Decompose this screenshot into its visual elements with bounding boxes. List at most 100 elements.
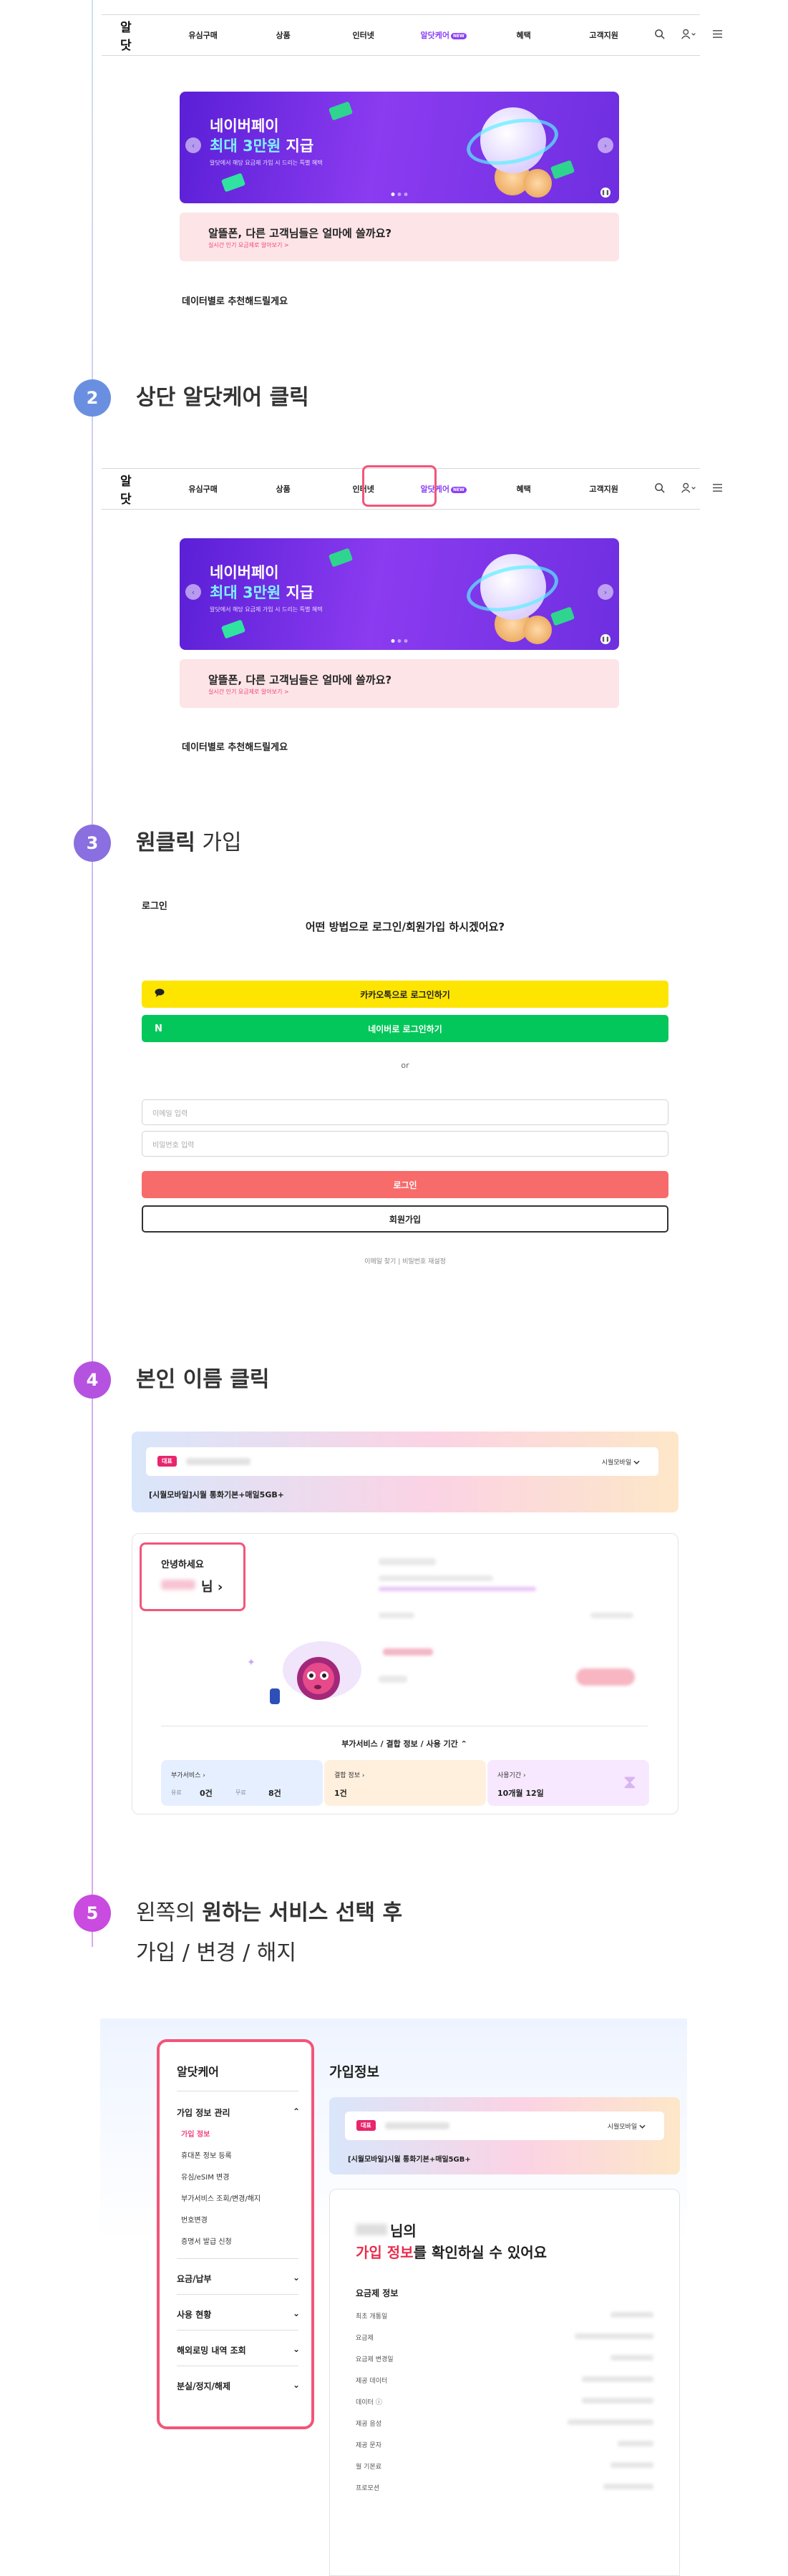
account-links[interactable]: 이메일 찾기 | 비밀번호 재설정 xyxy=(142,1256,668,1265)
info-row-label: 요금제 xyxy=(356,2335,374,2342)
banner-subtitle: 알닷에서 해당 요금제 가입 시 드리는 특별 혜택 xyxy=(210,160,323,166)
info-row-label: 프로모션 xyxy=(356,2485,380,2492)
tile-bundle[interactable]: 결합 정보 › 1건 xyxy=(324,1760,486,1806)
logo[interactable]: 알닷 xyxy=(120,471,132,507)
chevron-down-icon: ⌄ xyxy=(292,2308,300,2318)
promo-banner[interactable]: 네이버페이 최대 3만원 지급 알닷에서 해당 요금제 가입 시 드리는 특별 … xyxy=(180,538,619,650)
menu-subscription[interactable]: 가입 정보 관리 ⌃ xyxy=(177,2106,300,2119)
plan-select[interactable]: 대표 시월모바일 xyxy=(146,1447,658,1476)
menu-usage-label: 사용 현황 xyxy=(177,2310,212,2320)
user-icon[interactable] xyxy=(681,29,696,42)
menu-icon[interactable] xyxy=(712,482,723,495)
login-label: 로그인 xyxy=(142,901,167,912)
tile-period-title: 사용기간 › xyxy=(497,1772,526,1779)
pause-icon[interactable]: ❚❚ xyxy=(600,634,611,644)
menu-lost-suspend-label: 분실/정지/해제 xyxy=(177,2381,231,2391)
chevron-down-icon xyxy=(633,1460,640,1464)
info-row: 최초 개통일 xyxy=(356,2311,653,2320)
menu-icon[interactable] xyxy=(712,29,723,42)
tile-period[interactable]: 사용기간 › 10개월 12일 ⧗ xyxy=(487,1760,649,1806)
naver-login-button[interactable]: N 네이버로 로그인하기 xyxy=(142,1015,668,1042)
banner-dots[interactable] xyxy=(391,639,408,643)
info-row: 요금제 xyxy=(356,2333,653,2342)
kakao-login-button[interactable]: 카카오톡으로 로그인하기 xyxy=(142,981,668,1008)
login-button[interactable]: 로그인 xyxy=(142,1171,668,1198)
kakao-login-label: 카카오톡으로 로그인하기 xyxy=(360,989,450,1000)
nav-support[interactable]: 고객지원 xyxy=(564,29,644,41)
tile-bundle-value: 1건 xyxy=(334,1789,347,1798)
free-label: 무료 xyxy=(235,1789,246,1796)
menu-billing[interactable]: 요금/납부 ⌄ xyxy=(177,2273,300,2285)
join-button[interactable]: 회원가입 xyxy=(142,1205,668,1233)
info-row-label: 제공 음성 xyxy=(356,2421,381,2428)
nav-benefits[interactable]: 혜택 xyxy=(484,29,564,41)
popular-plans-box[interactable]: 알뜰폰, 다른 고객님들은 얼마에 쓸까요? 실시간 인기 요금제로 알아보기 … xyxy=(180,213,619,261)
submenu-usim-change[interactable]: 유심/eSIM 변경 xyxy=(181,2171,229,2182)
chevron-down-icon: ⌄ xyxy=(292,2380,300,2390)
menu-lost-suspend[interactable]: 분실/정지/해제 ⌄ xyxy=(177,2380,300,2392)
naver-login-label: 네이버로 로그인하기 xyxy=(368,1024,442,1034)
step-5-title-bold: 원하는 서비스 선택 후 xyxy=(202,1900,403,1925)
tile-addons[interactable]: 부가서비스 › 유료 0건 무료 8건 xyxy=(161,1760,323,1806)
nav-benefits[interactable]: 혜택 xyxy=(484,483,564,495)
search-icon[interactable] xyxy=(654,29,665,42)
nav-usim[interactable]: 유심구매 xyxy=(163,483,243,495)
banner-title-1: 네이버페이 xyxy=(210,564,279,581)
popular-plans-box[interactable]: 알뜰폰, 다른 고객님들은 얼마에 쓸까요? 실시간 인기 요금제로 알아보기 … xyxy=(180,659,619,708)
submenu-addons[interactable]: 부가서비스 조회/변경/해지 xyxy=(181,2192,261,2203)
nav-products[interactable]: 상품 xyxy=(243,483,324,495)
step-3-title-bold: 원클릭 xyxy=(136,830,195,855)
plan-name: [시월모바일]시월 통화기본+매일5GB+ xyxy=(149,1490,284,1500)
submenu-certificate[interactable]: 증명서 발급 신청 xyxy=(181,2235,232,2246)
info-row-label: 제공 문자 xyxy=(356,2442,381,2449)
nav-aldot-care[interactable]: 알닷케어 NEW xyxy=(404,29,484,41)
nav-products[interactable]: 상품 xyxy=(243,29,324,41)
plan-summary-panel: 대표 시월모바일 [시월모바일]시월 통화기본+매일5GB+ xyxy=(132,1432,678,1512)
submenu-phone-register[interactable]: 휴대폰 정보 등록 xyxy=(181,2149,232,2160)
info-row-label: 제공 데이터 xyxy=(356,2378,388,2385)
join-info-headline-rest: 를 확인하실 수 있어요 xyxy=(413,2244,548,2261)
nav-aldot-care-label: 알닷케어 xyxy=(420,31,449,40)
banner-next-arrow[interactable]: › xyxy=(598,137,613,153)
mascot-icon xyxy=(270,1641,361,1704)
extras-toggle[interactable]: 부가서비스 / 결합 정보 / 사용 기간 ⌃ xyxy=(161,1738,648,1749)
plan-select[interactable]: 대표 시월모바일 xyxy=(345,2111,664,2140)
banner-prev-arrow[interactable]: ‹ xyxy=(185,584,201,600)
submenu-join-info[interactable]: 가입 정보 xyxy=(181,2128,210,2139)
kakao-chat-icon xyxy=(155,988,165,1000)
logo[interactable]: 알닷 xyxy=(120,17,132,53)
recommend-text: 데이터별로 추천해드릴게요 xyxy=(182,296,288,307)
hourglass-icon: ⧗ xyxy=(623,1771,636,1793)
email-field[interactable]: 이메일 입력 xyxy=(142,1099,668,1125)
carrier-name-text: 시월모바일 xyxy=(607,2124,638,2131)
popular-plans-question: 알뜰폰, 다른 고객님들은 얼마에 쓸까요? xyxy=(208,227,392,240)
member-card: 안녕하세요 님 › ✦ 부가서비스 / 결합 정보 / 사용 기간 ⌃ 부가서비… xyxy=(132,1533,678,1814)
pause-icon[interactable]: ❚❚ xyxy=(600,188,611,198)
user-name-link[interactable]: 님 › xyxy=(201,1577,223,1595)
banner-prev-arrow[interactable]: ‹ xyxy=(185,137,201,153)
nav-usim[interactable]: 유심구매 xyxy=(163,29,243,41)
step-2-badge: 2 xyxy=(74,379,111,417)
user-name-blurred xyxy=(356,2224,387,2235)
timeline-line xyxy=(92,0,93,1947)
menu-roaming[interactable]: 해외로밍 내역 조회 ⌄ xyxy=(177,2344,300,2356)
nav-support[interactable]: 고객지원 xyxy=(564,483,644,495)
banner-dots[interactable] xyxy=(391,193,408,196)
popular-plans-link[interactable]: 실시간 인기 요금제로 알아보기 > xyxy=(208,688,289,696)
promo-banner[interactable]: 네이버페이 최대 3만원 지급 알닷에서 해당 요금제 가입 시 드리는 특별 … xyxy=(180,92,619,203)
banner-next-arrow[interactable]: › xyxy=(598,584,613,600)
search-icon[interactable] xyxy=(654,482,665,496)
banner-title-rest: 지급 xyxy=(281,137,314,155)
info-row: 프로모션 xyxy=(356,2483,653,2492)
password-field[interactable]: 비밀번호 입력 xyxy=(142,1131,668,1157)
main-badge: 대표 xyxy=(157,1456,177,1467)
submenu-number-change[interactable]: 번호변경 xyxy=(181,2214,208,2225)
step-5-title-line2: 가입 / 변경 / 해지 xyxy=(136,1940,296,1965)
user-icon[interactable] xyxy=(681,482,696,496)
main-badge: 대표 xyxy=(356,2120,376,2131)
popular-plans-link[interactable]: 실시간 인기 요금제로 알아보기 > xyxy=(208,241,289,249)
step-4-badge: 4 xyxy=(74,1361,111,1399)
nav-internet[interactable]: 인터넷 xyxy=(324,29,404,41)
menu-usage[interactable]: 사용 현황 ⌄ xyxy=(177,2308,300,2320)
banner-subtitle: 알닷에서 해당 요금제 가입 시 드리는 특별 혜택 xyxy=(210,606,323,613)
